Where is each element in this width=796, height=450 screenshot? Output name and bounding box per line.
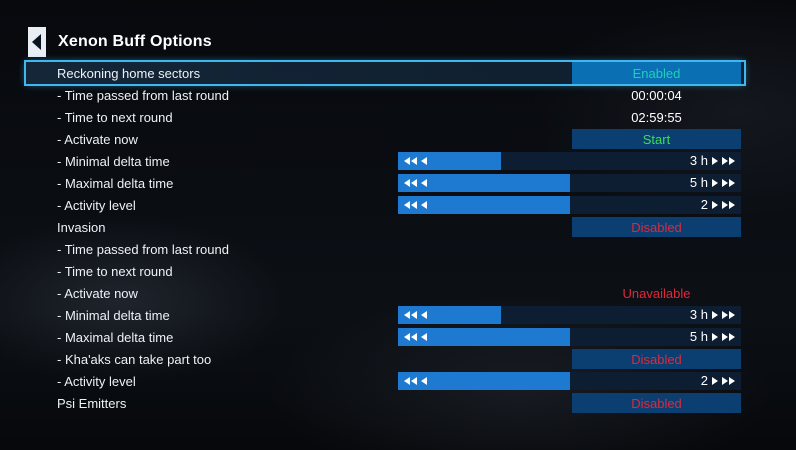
option-row[interactable]: - Maximal delta time 5 h <box>26 172 744 194</box>
option-label: Reckoning home sectors <box>57 65 201 81</box>
slider-value: 3 h <box>689 307 708 322</box>
option-row[interactable]: - Activity level 2 <box>26 370 744 392</box>
decrease-arrows-icon[interactable] <box>404 372 427 390</box>
option-row[interactable]: - Time passed from last round 00:00:04 <box>26 84 744 106</box>
option-label: Invasion <box>57 219 106 235</box>
option-row[interactable]: - Minimal delta time 3 h <box>26 304 744 326</box>
option-row[interactable]: - Time passed from last round <box>26 238 744 260</box>
option-toggle-button[interactable]: Disabled <box>572 349 741 369</box>
option-label: - Time to next round <box>57 263 173 279</box>
option-row[interactable]: - Maximal delta time 5 h <box>26 326 744 348</box>
option-row[interactable]: - Time to next round 02:59:55 <box>26 106 744 128</box>
option-label: - Minimal delta time <box>57 153 170 169</box>
option-value: Start <box>642 131 671 147</box>
options-list: Reckoning home sectors Enabled - Time pass… <box>24 60 746 414</box>
decrease-arrows-icon[interactable] <box>404 306 427 324</box>
increase-arrows-icon[interactable] <box>712 174 735 192</box>
option-label: - Time to next round <box>57 109 173 125</box>
option-label: - Time passed from last round <box>57 87 229 103</box>
option-row[interactable]: - Minimal delta time 3 h <box>26 150 744 172</box>
option-label: Psi Emitters <box>57 395 127 411</box>
option-slider[interactable]: 2 <box>398 196 741 214</box>
option-row[interactable]: - Kha'aks can take part too Disabled <box>26 348 744 370</box>
option-label: - Activate now <box>57 285 138 301</box>
option-slider[interactable]: 5 h <box>398 328 741 346</box>
page-title: Xenon Buff Options <box>58 33 212 50</box>
option-toggle-button[interactable]: Disabled <box>572 393 741 413</box>
option-row[interactable]: - Activate now Unavailable <box>26 282 744 304</box>
increase-arrows-icon[interactable] <box>712 372 735 390</box>
option-slider[interactable]: 3 h <box>398 152 741 170</box>
back-button[interactable] <box>28 27 46 57</box>
option-value: 00:00:04 <box>631 87 682 103</box>
option-value: Disabled <box>631 219 682 235</box>
option-label: - Maximal delta time <box>57 175 174 191</box>
option-row[interactable]: Invasion Disabled <box>26 216 744 238</box>
increase-arrows-icon[interactable] <box>712 152 735 170</box>
option-row[interactable]: - Time to next round <box>26 260 744 282</box>
option-value: Disabled <box>631 351 682 367</box>
option-label: - Time passed from last round <box>57 241 229 257</box>
option-value: Unavailable <box>622 285 691 301</box>
option-label: - Kha'aks can take part too <box>57 351 212 367</box>
option-toggle-button[interactable]: Enabled <box>572 62 741 84</box>
slider-value: 2 <box>700 197 708 212</box>
slider-value: 5 h <box>689 175 708 190</box>
slider-value: 2 <box>700 373 708 388</box>
option-row[interactable]: - Activity level 2 <box>26 194 744 216</box>
option-row[interactable]: Reckoning home sectors Enabled <box>24 60 746 86</box>
option-row[interactable]: - Activate now Start <box>26 128 744 150</box>
option-value: Enabled <box>632 65 681 81</box>
option-label: - Activate now <box>57 131 138 147</box>
decrease-arrows-icon[interactable] <box>404 152 427 170</box>
option-label: - Activity level <box>57 197 136 213</box>
option-slider[interactable]: 2 <box>398 372 741 390</box>
option-label: - Maximal delta time <box>57 329 174 345</box>
option-status: Unavailable <box>572 283 741 303</box>
option-label: - Minimal delta time <box>57 307 170 323</box>
option-row[interactable]: Psi Emitters Disabled <box>26 392 744 414</box>
decrease-arrows-icon[interactable] <box>404 196 427 214</box>
decrease-arrows-icon[interactable] <box>404 174 427 192</box>
menu-header: Xenon Buff Options <box>28 27 768 57</box>
chevron-left-icon <box>32 34 41 50</box>
option-slider[interactable]: 5 h <box>398 174 741 192</box>
option-toggle-button[interactable]: Disabled <box>572 217 741 237</box>
slider-value: 5 h <box>689 329 708 344</box>
option-value: 02:59:55 <box>631 109 682 125</box>
option-label: - Activity level <box>57 373 136 389</box>
decrease-arrows-icon[interactable] <box>404 328 427 346</box>
option-slider[interactable]: 3 h <box>398 306 741 324</box>
increase-arrows-icon[interactable] <box>712 306 735 324</box>
option-value: Disabled <box>631 395 682 411</box>
option-toggle-button[interactable]: Start <box>572 129 741 149</box>
increase-arrows-icon[interactable] <box>712 328 735 346</box>
increase-arrows-icon[interactable] <box>712 196 735 214</box>
slider-value: 3 h <box>689 153 708 168</box>
